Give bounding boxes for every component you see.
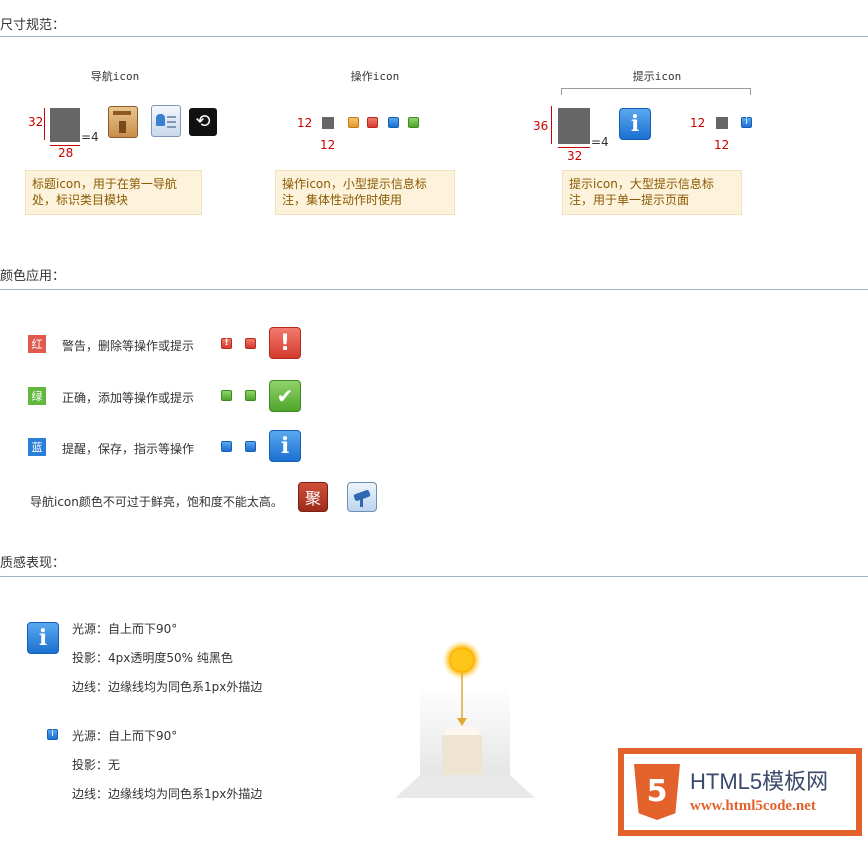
color-row-text: 提醒，保存，指示等操作 [62,442,195,456]
info-icon-small: i [47,729,58,740]
nav-icon-note: 标题icon，用于在第一导航处，标识类目模块 [25,170,202,215]
shop-icon [108,106,138,138]
width-label: 12 [320,138,336,152]
width-marker [558,147,590,148]
info-icon-large: i [619,108,651,140]
swatch-green: 绿 [28,387,46,405]
watermark-url: www.html5code.net [690,798,816,814]
radius-label: =4 [81,130,99,144]
html5-badge-icon: 5 [634,764,680,820]
width-label-small: 12 [714,138,730,152]
info-icon-small [221,441,232,452]
gather-icon: 聚 [298,482,328,512]
delete-icon-small [245,338,256,349]
section-divider [0,36,868,37]
texture-border-small: 边线：边缘线均为同色系1px外描边 [72,787,263,801]
height-label-small: 12 [690,116,706,130]
operation-icon-save [388,117,399,128]
contact-card-icon [151,105,181,137]
operation-icon-square [348,117,359,128]
warning-icon-large: ! [269,327,301,359]
operation-icon-plus [408,117,419,128]
texture-shadow-large: 投影：4px透明度50% 纯黑色 [72,651,233,665]
camera-icon [347,482,377,512]
section-title-size: 尺寸规范： [0,18,66,33]
group-bracket [561,88,751,95]
height-label: 36 [533,119,549,133]
texture-light-small: 光源：自上而下90° [72,729,178,743]
nav-color-note: 导航icon颜色不可过于鲜亮，饱和度不能太高。 [30,495,283,509]
warning-icon-small: ! [221,338,232,349]
height-marker [44,108,45,140]
color-row-text: 警告，删除等操作或提示 [62,339,195,353]
color-row-text: 正确，添加等操作或提示 [62,391,195,405]
size-sample-box [50,108,80,142]
size-sample-box [322,117,334,129]
height-label: 32 [28,115,44,129]
check-icon-large: ✔ [269,380,301,412]
info-icon-large: i [27,622,59,654]
height-label: 12 [297,116,313,130]
add-icon-small [245,390,256,401]
texture-light-large: 光源：自上而下90° [72,622,178,636]
swatch-red: 红 [28,335,46,353]
operation-icon-note: 操作icon，小型提示信息标注，集体性动作时使用 [275,170,455,215]
width-label: 32 [567,149,583,163]
check-icon-small [221,390,232,401]
size-sample-box-small [716,117,728,129]
section-title-texture: 质感表现： [0,556,66,571]
texture-shadow-small: 投影：无 [72,758,121,772]
operation-icon-minus [367,117,378,128]
lighting-illustration [390,640,540,800]
radius-label: =4 [591,135,609,149]
size-sample-box [558,108,590,144]
column-title-prompt: 提示icon [632,70,682,83]
column-title-operation: 操作icon [350,70,400,83]
swatch-blue: 蓝 [28,438,46,456]
texture-border-large: 边线：边缘线均为同色系1px外描边 [72,680,263,694]
column-title-nav: 导航icon [90,70,140,83]
section-divider [0,289,868,290]
watermark-title: HTML5模板网 [690,769,829,794]
info-icon-large: i [269,430,301,462]
arrow-icon-small [245,441,256,452]
section-title-color: 颜色应用： [0,269,66,284]
height-marker [551,106,552,144]
info-icon-small: i [741,117,752,128]
prompt-icon-note: 提示icon，大型提示信息标注，用于单一提示页面 [562,170,742,215]
section-divider [0,576,868,577]
width-label: 28 [58,146,74,160]
watermark-logo: 5 HTML5模板网 www.html5code.net [618,748,862,836]
refresh-icon: ⟲ [189,108,217,136]
